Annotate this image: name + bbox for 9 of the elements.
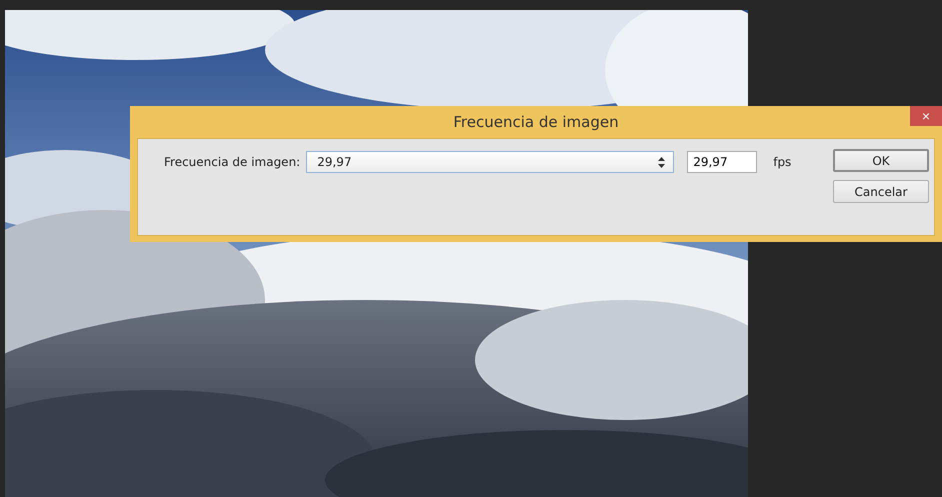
dialog-title: Frecuencia de imagen xyxy=(453,113,619,131)
cancel-button[interactable]: Cancelar xyxy=(833,180,929,203)
ok-button[interactable]: OK xyxy=(833,149,929,172)
close-button[interactable]: × xyxy=(910,106,942,126)
frame-rate-input[interactable]: 29,97 xyxy=(687,151,758,173)
spinner-arrows-icon xyxy=(658,156,666,168)
frame-rate-dropdown[interactable]: 29,97 xyxy=(306,151,674,173)
unit-label: fps xyxy=(773,155,792,169)
field-label: Frecuencia de imagen: xyxy=(164,155,300,169)
